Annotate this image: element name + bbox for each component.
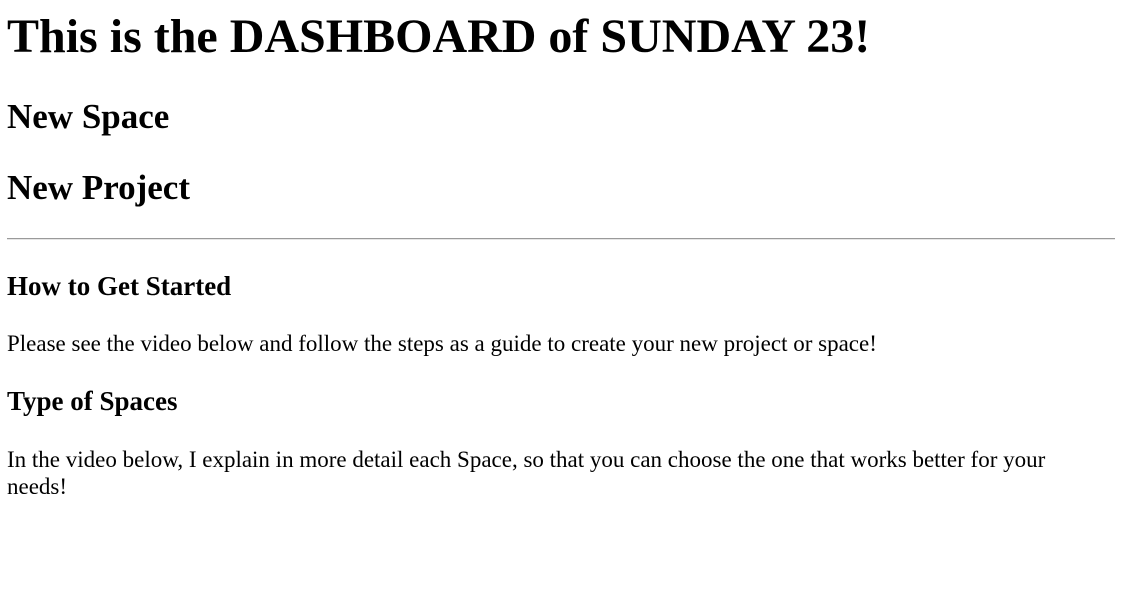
get-started-text: Please see the video below and follow th… (7, 331, 877, 356)
divider (7, 238, 1115, 240)
dashboard-page: This is the DASHBOARD of SUNDAY 23! New … (0, 0, 1122, 597)
spaces-heading: Type of Spaces (7, 386, 178, 416)
spaces-text: In the video below, I explain in more de… (7, 447, 1046, 499)
new-project-heading: New Project (7, 168, 190, 207)
page-title: This is the DASHBOARD of SUNDAY 23! (7, 10, 871, 63)
get-started-heading: How to Get Started (7, 271, 232, 301)
new-space-heading: New Space (7, 97, 170, 136)
